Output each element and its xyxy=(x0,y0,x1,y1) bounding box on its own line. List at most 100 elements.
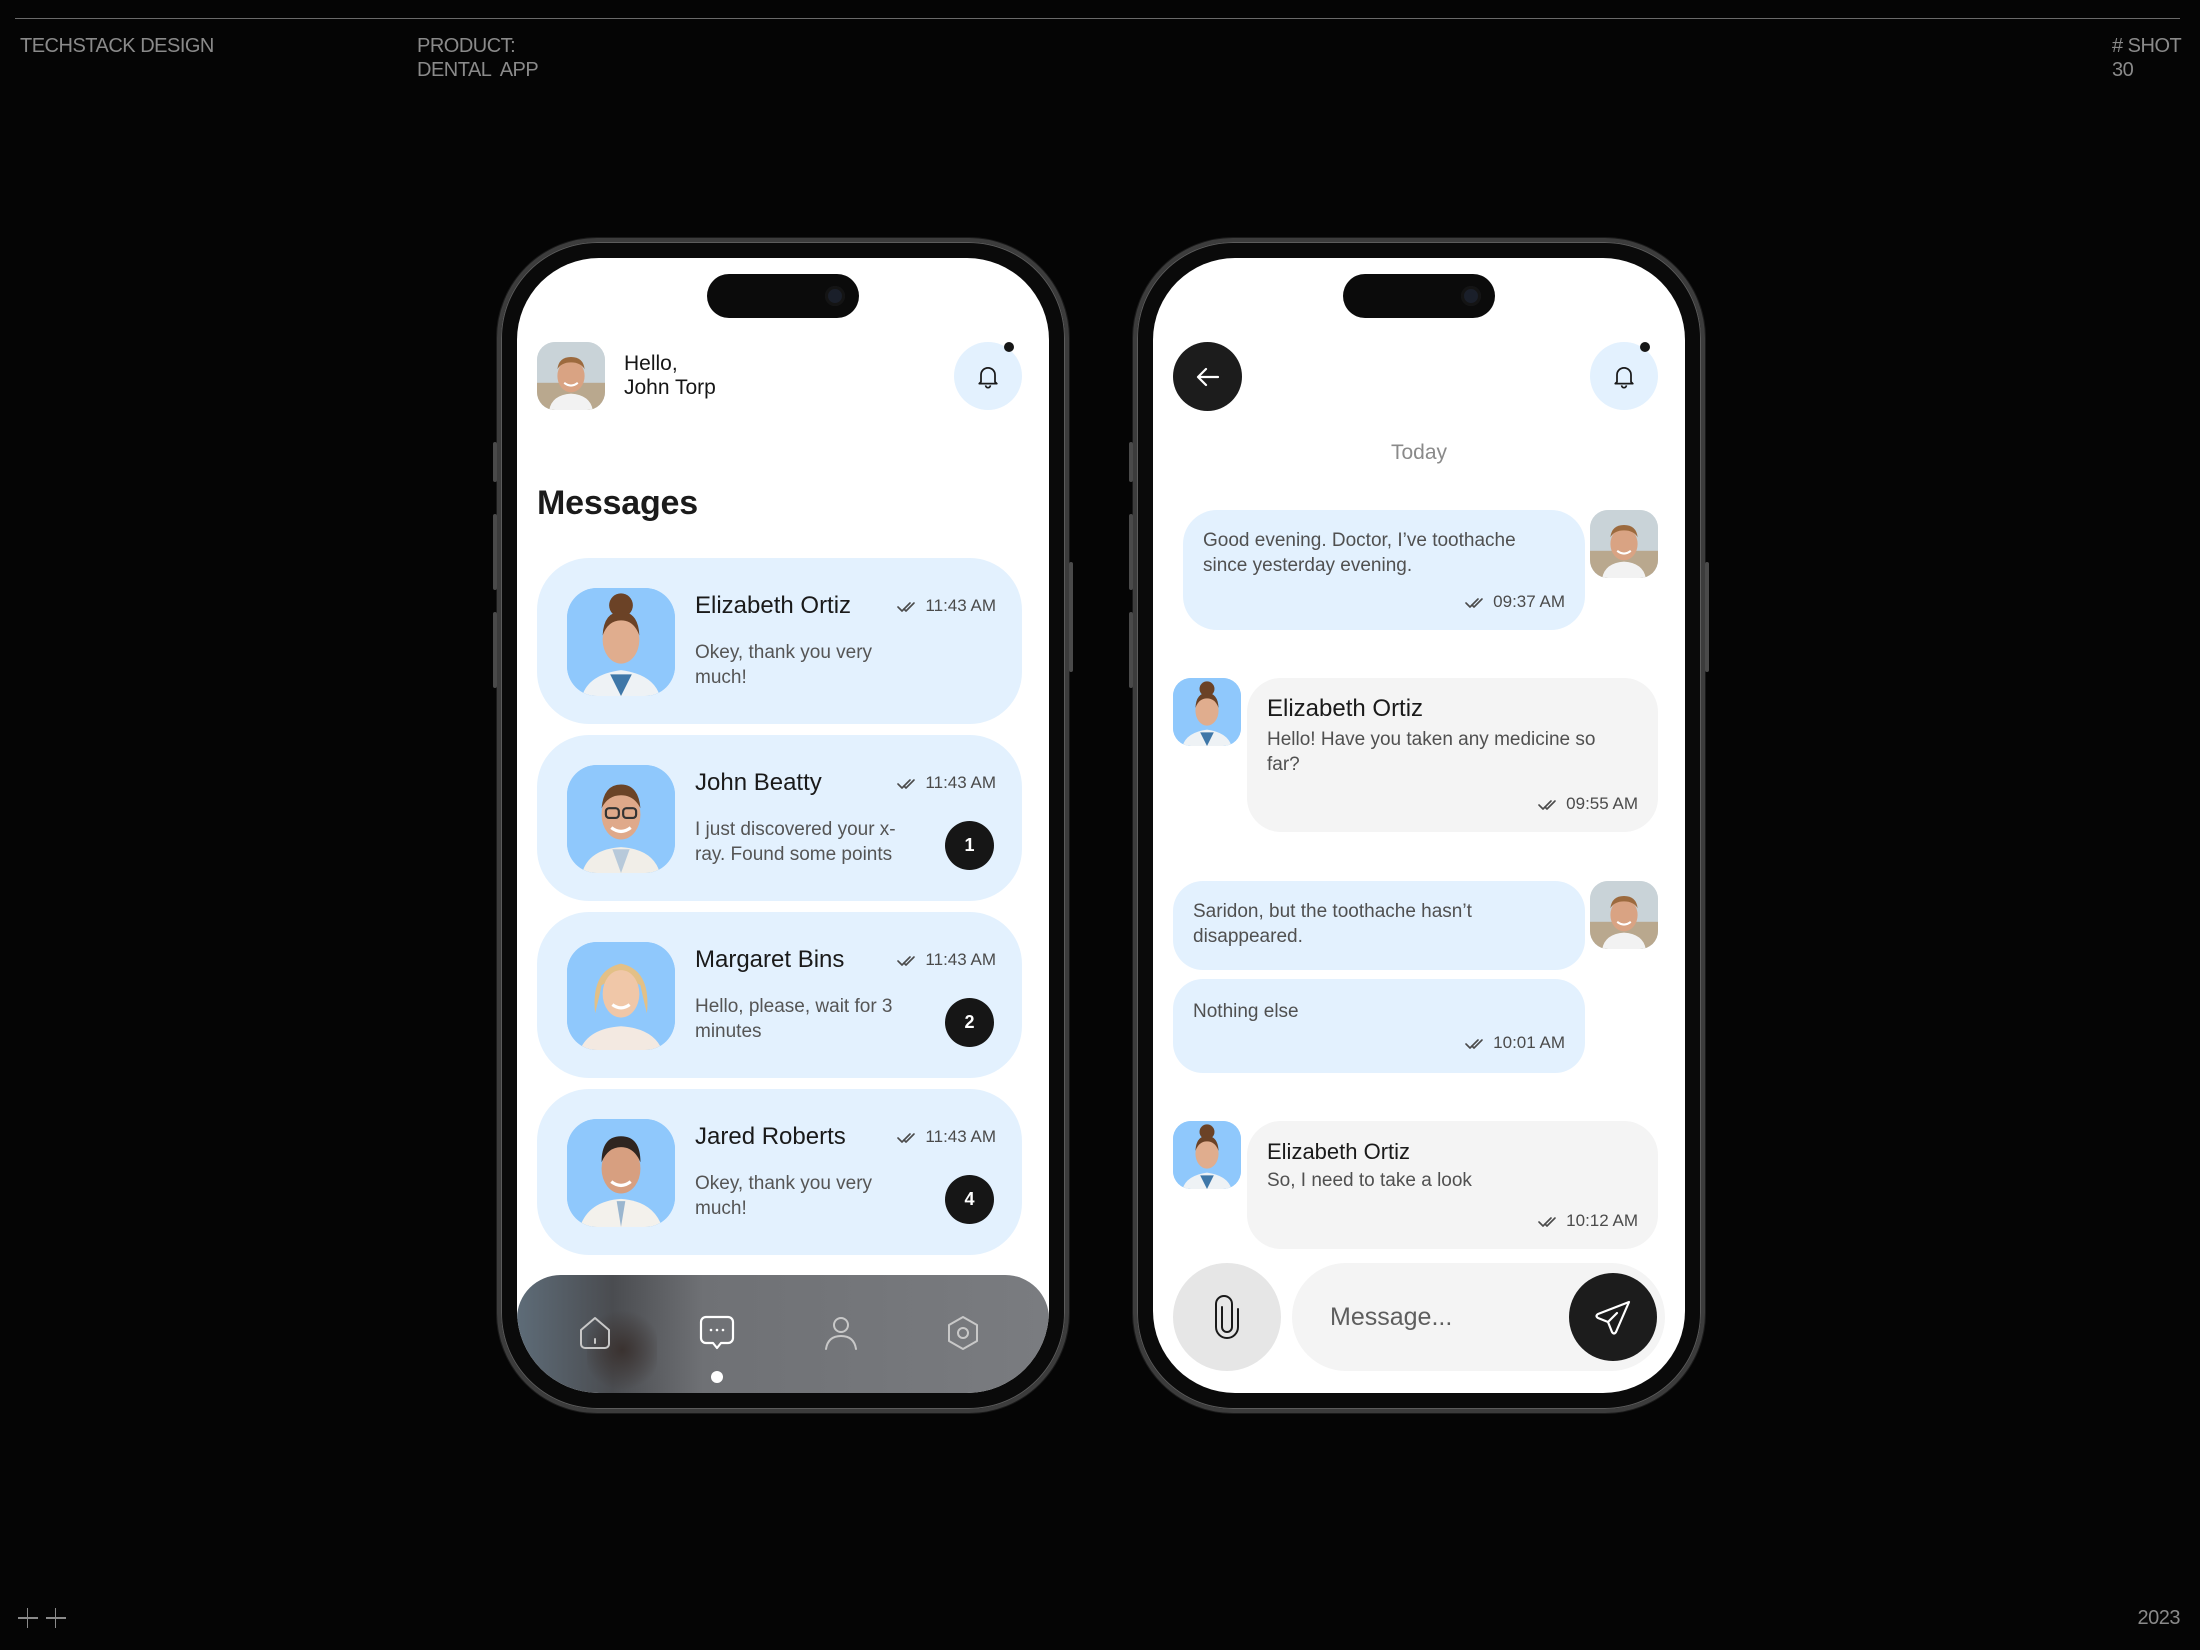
chat-item[interactable]: Jared Roberts 11:43 AM Okey, thank you v… xyxy=(537,1089,1022,1255)
volume-up-button xyxy=(1129,514,1133,590)
time-text: 10:01 AM xyxy=(1493,1033,1565,1052)
volume-down-button xyxy=(1129,612,1133,688)
camera-icon xyxy=(1461,286,1481,306)
plus-marks xyxy=(18,1608,66,1628)
doctor-photo xyxy=(1173,678,1241,746)
contact-avatar xyxy=(567,765,675,873)
bell-icon xyxy=(974,362,1002,390)
messages-screen: Hello, John Torp Messages Elizabeth Orti… xyxy=(517,258,1049,1393)
contact-avatar xyxy=(567,1119,675,1227)
message-time: 10:01 AM xyxy=(1465,1030,1565,1055)
message-text: Hello! Have you taken any medicine so fa… xyxy=(1267,729,1596,775)
plus-icon xyxy=(18,1608,38,1628)
notifications-button[interactable] xyxy=(954,342,1022,410)
message-time: 09:37 AM xyxy=(1465,589,1565,614)
shot-label: # SHOT 30 xyxy=(2112,34,2182,82)
double-check-icon xyxy=(897,601,919,613)
send-button[interactable] xyxy=(1569,1273,1657,1361)
user-photo xyxy=(1590,510,1658,578)
message-text: Saridon, but the toothache hasn’t disapp… xyxy=(1193,901,1472,947)
message-text: Good evening. Doctor, I’ve toothache sin… xyxy=(1203,530,1516,576)
message-preview: Okey, thank you very much! xyxy=(695,642,873,688)
message-preview: I just discovered your x-ray. Found some… xyxy=(695,819,896,865)
user-avatar[interactable] xyxy=(537,342,605,410)
contact-name: Jared Roberts xyxy=(695,1123,846,1150)
sender-name: Elizabeth Ortiz xyxy=(1267,1139,1411,1164)
product-name: DENTAL APP xyxy=(417,59,539,81)
dynamic-island xyxy=(1343,274,1495,318)
notification-dot xyxy=(1004,342,1014,352)
tab-home[interactable] xyxy=(573,1311,617,1355)
time-text: 11:43 AM xyxy=(925,1127,996,1146)
message-time: 09:55 AM xyxy=(1538,791,1638,816)
send-icon xyxy=(1595,1300,1631,1335)
user-icon xyxy=(825,1317,857,1350)
time-text: 10:12 AM xyxy=(1566,1211,1638,1230)
phone-conversation: Today Good evening. Doctor, I’ve toothac… xyxy=(1129,238,1709,1413)
notification-dot xyxy=(1640,342,1650,352)
message-time: 11:43 AM xyxy=(897,950,996,970)
doctor-avatar xyxy=(1173,1121,1241,1189)
shot-number: 30 xyxy=(2112,59,2134,81)
outgoing-message: Good evening. Doctor, I’ve toothache sin… xyxy=(1183,510,1585,630)
chat-item[interactable]: John Beatty 11:43 AM I just discovered y… xyxy=(537,735,1022,901)
arrow-left-icon xyxy=(1196,367,1219,386)
top-divider xyxy=(15,18,2180,19)
contact-name: John Beatty xyxy=(695,769,822,796)
home-icon xyxy=(580,1317,610,1349)
tab-profile[interactable] xyxy=(819,1311,863,1355)
bottom-tab-bar xyxy=(517,1275,1049,1393)
page-title: Messages xyxy=(537,484,698,522)
unread-badge: 4 xyxy=(945,1175,994,1224)
power-button xyxy=(1705,562,1709,672)
message-preview: Okey, thank you very much! xyxy=(695,1173,873,1219)
phone-messages-list: Hello, John Torp Messages Elizabeth Orti… xyxy=(493,238,1073,1413)
doctor-avatar xyxy=(1173,678,1241,746)
greeting: Hello, John Torp xyxy=(624,352,716,400)
message-time: 11:43 AM xyxy=(897,1127,996,1147)
chat-item[interactable]: Margaret Bins 11:43 AM Hello, please, wa… xyxy=(537,912,1022,1078)
double-check-icon xyxy=(1538,1216,1560,1228)
action-button xyxy=(493,442,497,482)
double-check-icon xyxy=(1465,597,1487,609)
shot-caption: # SHOT xyxy=(2112,35,2182,57)
chat-list: Elizabeth Ortiz 11:43 AM Okey, thank you… xyxy=(537,558,1022,1266)
studio-label: TECHSTACK DESIGN xyxy=(20,35,214,57)
contact-avatar xyxy=(567,942,675,1050)
product-caption: PRODUCT: xyxy=(417,35,516,57)
time-text: 09:37 AM xyxy=(1493,592,1565,611)
year-label: 2023 xyxy=(2137,1607,2181,1629)
notifications-button[interactable] xyxy=(1590,342,1658,410)
tab-messages[interactable] xyxy=(695,1311,739,1355)
incoming-message: Elizabeth Ortiz So, I need to take a loo… xyxy=(1247,1121,1658,1249)
message-preview: Hello, please, wait for 3 minutes xyxy=(695,996,893,1042)
chat-item[interactable]: Elizabeth Ortiz 11:43 AM Okey, thank you… xyxy=(537,558,1022,724)
message-text: So, I need to take a look xyxy=(1267,1170,1472,1191)
plus-icon xyxy=(46,1608,66,1628)
chat-icon xyxy=(699,1315,735,1350)
double-check-icon xyxy=(897,1132,919,1144)
message-input[interactable] xyxy=(1330,1263,1570,1371)
message-composer xyxy=(1292,1263,1665,1371)
attach-button[interactable] xyxy=(1173,1263,1281,1371)
incoming-message: Elizabeth Ortiz Hello! Have you taken an… xyxy=(1247,678,1658,832)
user-photo xyxy=(537,342,605,410)
back-button[interactable] xyxy=(1173,342,1242,411)
time-text: 11:43 AM xyxy=(925,950,996,969)
dynamic-island xyxy=(707,274,859,318)
user-photo xyxy=(1590,881,1658,949)
volume-down-button xyxy=(493,612,497,688)
tab-settings[interactable] xyxy=(941,1311,985,1355)
time-text: 09:55 AM xyxy=(1566,794,1638,813)
message-time: 11:43 AM xyxy=(897,596,996,616)
greeting-username: John Torp xyxy=(624,376,716,399)
action-button xyxy=(1129,442,1133,482)
time-text: 11:43 AM xyxy=(925,596,996,615)
double-check-icon xyxy=(897,778,919,790)
double-check-icon xyxy=(1465,1038,1487,1050)
double-check-icon xyxy=(897,955,919,967)
product-label: PRODUCT: DENTAL APP xyxy=(417,34,539,82)
day-separator: Today xyxy=(1390,441,1448,464)
active-tab-indicator xyxy=(711,1371,723,1383)
settings-icon xyxy=(948,1316,978,1350)
